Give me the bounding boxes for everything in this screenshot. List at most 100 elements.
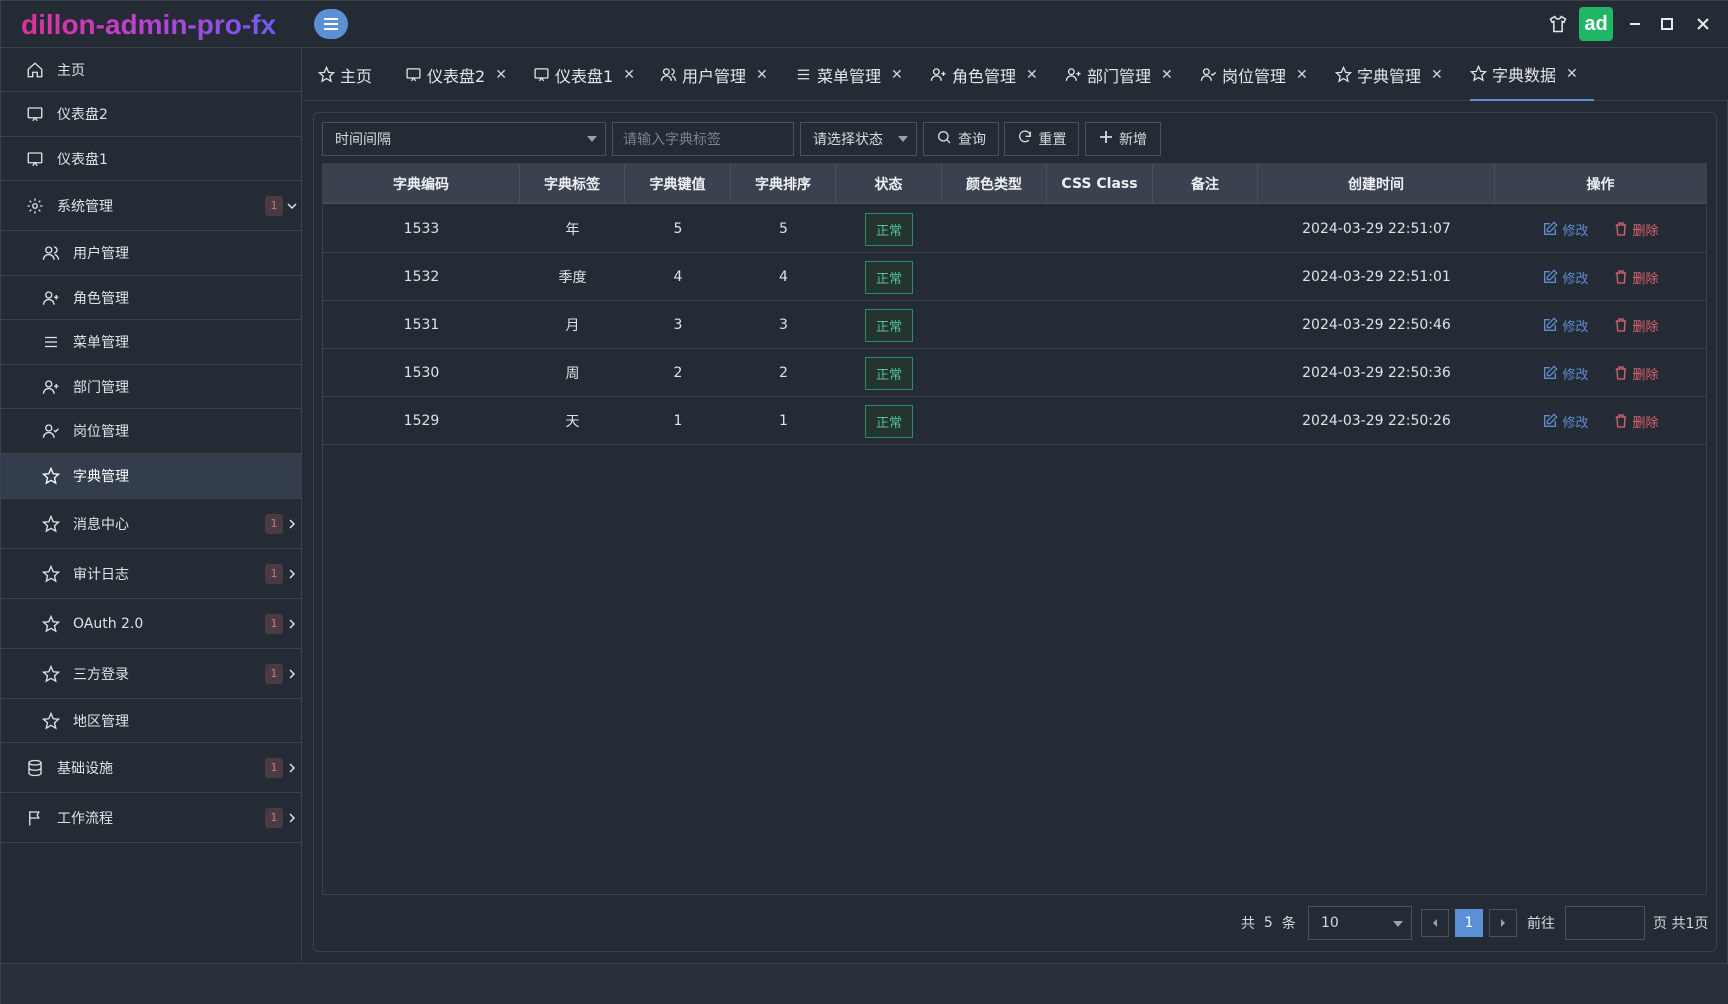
search-icon bbox=[936, 129, 952, 149]
minimize-button[interactable] bbox=[1621, 9, 1649, 39]
edit-button[interactable]: 修改 bbox=[1542, 412, 1589, 431]
sidebar-item-roles[interactable]: 角色管理 bbox=[1, 276, 301, 320]
sidebar-item-dictionary[interactable]: 字典管理 bbox=[1, 454, 301, 499]
dict-label-placeholder: 请输入字典标签 bbox=[623, 132, 721, 148]
sidebar-item-messages[interactable]: 消息中心 1 bbox=[1, 499, 301, 549]
edit-icon bbox=[1544, 365, 1559, 379]
delete-label: 删除 bbox=[1632, 415, 1659, 431]
close-icon[interactable]: ✕ bbox=[1566, 66, 1578, 82]
edit-button[interactable]: 修改 bbox=[1542, 364, 1589, 383]
query-label: 查询 bbox=[958, 132, 986, 148]
close-button[interactable] bbox=[1689, 9, 1717, 39]
star-icon bbox=[1335, 66, 1353, 84]
sidebar-item-infrastructure[interactable]: 基础设施 1 bbox=[1, 743, 301, 793]
tab-users[interactable]: 用户管理 ✕ bbox=[660, 48, 768, 101]
tab-roles[interactable]: 角色管理 ✕ bbox=[930, 48, 1038, 101]
sidebar-item-regions[interactable]: 地区管理 bbox=[1, 699, 301, 743]
prev-page-button[interactable] bbox=[1421, 909, 1449, 937]
sidebar-item-menus[interactable]: 菜单管理 bbox=[1, 320, 301, 365]
sidebar-item-system[interactable]: 系统管理 1 bbox=[1, 181, 301, 231]
close-icon[interactable]: ✕ bbox=[891, 67, 903, 83]
sidebar-item-home[interactable]: 主页 bbox=[1, 48, 301, 92]
chevron-right-icon bbox=[287, 812, 297, 823]
sidebar-item-label: 角色管理 bbox=[73, 290, 129, 307]
close-icon[interactable]: ✕ bbox=[1026, 67, 1038, 83]
tab-dictionary[interactable]: 字典管理 ✕ bbox=[1335, 48, 1443, 101]
edit-button[interactable]: 修改 bbox=[1542, 268, 1589, 287]
status-bar bbox=[1, 963, 1728, 1004]
column-header: 备注 bbox=[1153, 164, 1258, 204]
sidebar-item-label: 部门管理 bbox=[73, 379, 129, 396]
menu-toggle-button[interactable] bbox=[314, 9, 348, 39]
tab-dashboard1[interactable]: 仪表盘1 ✕ bbox=[533, 48, 635, 101]
dict-data-table: 字典编码 字典标签 字典键值 字典排序 状态 颜色类型 CSS Class 备注… bbox=[322, 163, 1707, 895]
close-icon[interactable]: ✕ bbox=[756, 67, 768, 83]
theme-shirt-icon[interactable] bbox=[1546, 9, 1570, 39]
tab-menus[interactable]: 菜单管理 ✕ bbox=[795, 48, 903, 101]
tab-dictionary-data[interactable]: 字典数据 ✕ bbox=[1470, 48, 1594, 101]
edit-button[interactable]: 修改 bbox=[1542, 220, 1589, 239]
page-number-button[interactable]: 1 bbox=[1455, 909, 1483, 937]
cell-sort: 4 bbox=[779, 269, 788, 285]
edit-button[interactable]: 修改 bbox=[1542, 316, 1589, 335]
star-icon bbox=[41, 711, 61, 731]
close-icon[interactable]: ✕ bbox=[495, 67, 507, 83]
tab-home[interactable]: 主页 bbox=[318, 48, 372, 101]
trash-icon bbox=[1615, 318, 1626, 332]
total-count: 5 bbox=[1263, 915, 1273, 931]
sidebar-item-third-party-login[interactable]: 三方登录 1 bbox=[1, 649, 301, 699]
delete-button[interactable]: 删除 bbox=[1613, 268, 1659, 287]
add-button[interactable]: 新增 bbox=[1085, 122, 1161, 156]
chevron-right-icon bbox=[287, 762, 297, 773]
count-badge: 1 bbox=[265, 807, 283, 828]
sidebar-item-posts[interactable]: 岗位管理 bbox=[1, 409, 301, 454]
count-badge: 1 bbox=[265, 757, 283, 778]
sidebar-item-label: 用户管理 bbox=[73, 246, 129, 262]
interval-select[interactable]: 时间间隔 bbox=[322, 122, 606, 156]
maximize-button[interactable] bbox=[1653, 9, 1681, 39]
sidebar-item-workflow[interactable]: 工作流程 1 bbox=[1, 793, 301, 843]
next-page-button[interactable] bbox=[1489, 909, 1517, 937]
delete-button[interactable]: 删除 bbox=[1613, 412, 1659, 431]
table-row: 1533 年 5 5 正常 2024-03-29 22:51:07 修改 删除 bbox=[323, 205, 1706, 253]
status-badge: 正常 bbox=[864, 260, 913, 294]
delete-button[interactable]: 删除 bbox=[1613, 364, 1659, 383]
cell-code: 1531 bbox=[403, 317, 440, 333]
query-button[interactable]: 查询 bbox=[923, 122, 999, 156]
close-icon[interactable]: ✕ bbox=[1296, 67, 1308, 83]
tab-label: 角色管理 bbox=[952, 66, 1017, 86]
close-icon[interactable]: ✕ bbox=[623, 67, 635, 83]
cell-status: 正常 bbox=[836, 397, 942, 445]
delete-button[interactable]: 删除 bbox=[1613, 316, 1659, 335]
close-icon[interactable]: ✕ bbox=[1161, 67, 1173, 83]
star-icon bbox=[1470, 65, 1488, 83]
column-header: CSS Class bbox=[1047, 164, 1153, 204]
star-icon bbox=[41, 564, 61, 584]
sidebar-item-dashboard1[interactable]: 仪表盘1 bbox=[1, 137, 301, 181]
page-size-select[interactable]: 10 bbox=[1308, 906, 1412, 940]
sidebar-item-oauth[interactable]: OAuth 2.0 1 bbox=[1, 599, 301, 649]
list-icon bbox=[795, 66, 813, 84]
dict-label-input[interactable]: 请输入字典标签 bbox=[612, 122, 794, 156]
delete-button[interactable]: 删除 bbox=[1613, 220, 1659, 239]
sidebar-item-audit[interactable]: 审计日志 1 bbox=[1, 549, 301, 599]
tab-dashboard2[interactable]: 仪表盘2 ✕ bbox=[405, 48, 507, 101]
cell-sort: 1 bbox=[779, 413, 788, 429]
sidebar-item-departments[interactable]: 部门管理 bbox=[1, 365, 301, 409]
reset-button[interactable]: 重置 bbox=[1004, 122, 1079, 156]
star-icon bbox=[318, 66, 336, 84]
list-icon bbox=[41, 332, 61, 352]
users-icon bbox=[41, 243, 61, 263]
sidebar-item-users[interactable]: 用户管理 bbox=[1, 231, 301, 276]
close-icon[interactable]: ✕ bbox=[1431, 67, 1443, 83]
cell-status: 正常 bbox=[836, 349, 942, 397]
trash-icon bbox=[1615, 270, 1626, 284]
tab-posts[interactable]: 岗位管理 ✕ bbox=[1200, 48, 1308, 101]
avatar[interactable]: ad bbox=[1579, 7, 1613, 41]
sidebar-item-dashboard2[interactable]: 仪表盘2 bbox=[1, 92, 301, 137]
status-select[interactable]: 请选择状态 bbox=[800, 122, 917, 156]
goto-page-input[interactable] bbox=[1565, 906, 1645, 940]
edit-label: 修改 bbox=[1562, 415, 1589, 431]
table-row: 1532 季度 4 4 正常 2024-03-29 22:51:01 修改 删除 bbox=[323, 253, 1706, 301]
tab-departments[interactable]: 部门管理 ✕ bbox=[1065, 48, 1173, 101]
